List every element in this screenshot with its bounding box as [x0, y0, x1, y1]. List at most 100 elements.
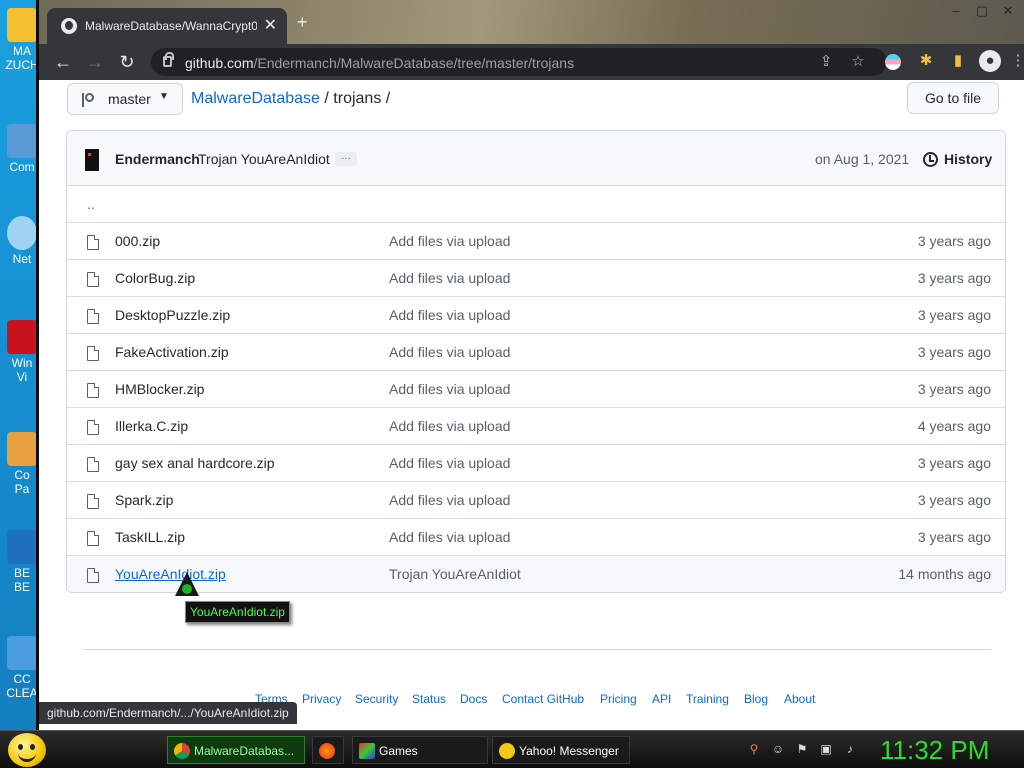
mouse-cursor-icon [175, 572, 199, 596]
desktop-icon-6[interactable]: BE BE [4, 530, 40, 594]
file-row[interactable]: YouAreAnIdiot.zip Trojan YouAreAnIdiot 14 … [67, 556, 1005, 592]
file-row[interactable]: 000.zip Add files via upload 3 years ago [67, 223, 1005, 260]
taskbar-item-firefox[interactable] [312, 736, 344, 764]
firefox-icon [319, 743, 335, 759]
new-tab-button[interactable]: + [297, 12, 308, 33]
network-tray-icon[interactable]: ▣ [818, 741, 834, 757]
file-row[interactable]: DesktopPuzzle.zip Add files via upload 3 y… [67, 297, 1005, 334]
parent-directory-row[interactable]: .. [67, 186, 1005, 223]
file-commit-message[interactable]: Add files via upload [389, 418, 510, 434]
menu-kebab-icon[interactable]: ⋮ [1007, 50, 1024, 72]
footer-link-privacy[interactable]: Privacy [302, 692, 341, 706]
desktop-icon-7[interactable]: CC CLEA [4, 636, 40, 700]
address-bar[interactable]: github.com/Endermanch/MalwareDatabase/tr… [151, 48, 887, 76]
file-name-link[interactable]: gay sex anal hardcore.zip [115, 455, 275, 471]
games-icon [359, 743, 375, 759]
file-row[interactable]: Spark.zip Add files via upload 3 years ago [67, 482, 1005, 519]
back-arrow-icon[interactable]: ← [51, 50, 75, 74]
desktop-icon-3[interactable]: Net [4, 216, 40, 266]
forward-arrow-icon[interactable]: → [83, 50, 107, 74]
action-center-flag-icon[interactable]: ⚑ [794, 741, 810, 757]
search-icon[interactable]: ⚲ [746, 741, 762, 757]
file-name-link[interactable]: DesktopPuzzle.zip [115, 307, 230, 323]
file-commit-message[interactable]: Trojan YouAreAnIdiot [389, 566, 521, 582]
footer-link-status[interactable]: Status [412, 692, 446, 706]
commit-expand-button[interactable]: … [335, 152, 357, 166]
latest-commit-bar: Endermanch Trojan YouAreAnIdiot … on Aug… [67, 131, 1005, 186]
file-commit-message[interactable]: Add files via upload [389, 455, 510, 471]
footer-link-blog[interactable]: Blog [744, 692, 768, 706]
reload-icon[interactable]: ↻ [115, 50, 139, 74]
file-icon [87, 457, 99, 472]
footer-link-about[interactable]: About [784, 692, 815, 706]
file-commit-message[interactable]: Add files via upload [389, 381, 510, 397]
tab-title: MalwareDatabase/WannaCrypt0r [85, 19, 257, 33]
file-name-link[interactable]: Spark.zip [115, 492, 173, 508]
footer-link-security[interactable]: Security [355, 692, 398, 706]
footer-link-contact-github[interactable]: Contact GitHub [502, 692, 584, 706]
share-icon[interactable]: ⇪ [815, 51, 837, 73]
commit-author[interactable]: Endermanch [115, 151, 200, 167]
close-window-button[interactable]: ✕ [995, 2, 1021, 22]
file-name-link[interactable]: TaskILL.zip [115, 529, 185, 545]
file-row[interactable]: ColorBug.zip Add files via upload 3 years … [67, 260, 1005, 297]
file-age: 3 years ago [917, 344, 991, 360]
breadcrumb-repo-link[interactable]: MalwareDatabase [191, 90, 320, 107]
taskbar-label: MalwareDatabas... [194, 744, 295, 758]
commit-message[interactable]: Trojan YouAreAnIdiot [198, 151, 330, 167]
taskbar-item-games[interactable]: Games [352, 736, 488, 764]
footer-link-api[interactable]: API [652, 692, 671, 706]
start-button[interactable] [8, 733, 46, 767]
extension-flag-icon[interactable] [885, 54, 901, 70]
file-name-link[interactable]: Illerka.C.zip [115, 418, 188, 434]
taskbar-item-yahoo-messenger[interactable]: Yahoo! Messenger [492, 736, 630, 764]
desktop-icon-label: BE BE [13, 566, 30, 594]
file-commit-message[interactable]: Add files via upload [389, 270, 510, 286]
taskbar-item-chrome[interactable]: MalwareDatabas... [167, 736, 305, 764]
footer-link-docs[interactable]: Docs [460, 692, 487, 706]
desktop-icon-4[interactable]: Win Vi [4, 320, 40, 384]
breadcrumb-tail: / [381, 90, 391, 107]
maximize-button[interactable]: ▢ [969, 2, 995, 22]
file-row[interactable]: FakeActivation.zip Add files via upload 3 … [67, 334, 1005, 371]
footer-link-training[interactable]: Training [686, 692, 729, 706]
file-commit-message[interactable]: Add files via upload [389, 492, 510, 508]
file-row[interactable]: HMBlocker.zip Add files via upload 3 years… [67, 371, 1005, 408]
go-to-file-button[interactable]: Go to file [907, 82, 999, 114]
messenger-tray-icon[interactable]: ☺ [770, 741, 786, 757]
close-tab-icon[interactable]: ✕ [264, 15, 277, 35]
taskbar-clock[interactable]: 11:32 PM [880, 733, 989, 767]
file-commit-message[interactable]: Add files via upload [389, 529, 510, 545]
history-link[interactable]: History [944, 151, 992, 167]
file-age: 3 years ago [917, 307, 991, 323]
author-avatar[interactable] [85, 149, 99, 171]
file-row[interactable]: gay sex anal hardcore.zip Add files via u… [67, 445, 1005, 482]
extensions-puzzle-icon[interactable]: ✱ [915, 50, 937, 72]
bookmark-star-icon[interactable]: ☆ [847, 51, 869, 73]
link-tooltip: YouAreAnIdiot.zip [185, 601, 290, 623]
profile-avatar-icon[interactable]: ● [979, 50, 1001, 72]
minimize-button[interactable]: – [943, 2, 969, 22]
desktop-icon-2[interactable]: Com [4, 124, 40, 174]
file-commit-message[interactable]: Add files via upload [389, 233, 510, 249]
side-panel-icon[interactable]: ▮ [947, 50, 969, 72]
file-name-link[interactable]: ColorBug.zip [115, 270, 195, 286]
parent-directory-link[interactable]: .. [87, 196, 95, 212]
file-name-link[interactable]: 000.zip [115, 233, 160, 249]
file-icon [87, 309, 99, 324]
file-row[interactable]: TaskILL.zip Add files via upload 3 years a… [67, 519, 1005, 556]
file-icon [87, 235, 99, 250]
file-commit-message[interactable]: Add files via upload [389, 307, 510, 323]
file-name-link[interactable]: YouAreAnIdiot.zip [115, 566, 226, 582]
file-name-link[interactable]: FakeActivation.zip [115, 344, 229, 360]
file-row[interactable]: Illerka.C.zip Add files via upload 4 years… [67, 408, 1005, 445]
desktop-icon-1[interactable]: MA ZUCH [4, 8, 40, 72]
footer-link-pricing[interactable]: Pricing [600, 692, 637, 706]
volume-icon[interactable]: ♪ [842, 741, 858, 757]
browser-tab[interactable]: MalwareDatabase/WannaCrypt0r ✕ [47, 8, 287, 44]
desktop-icon-5[interactable]: Co Pa [4, 432, 40, 496]
file-commit-message[interactable]: Add files via upload [389, 344, 510, 360]
network-icon [7, 216, 37, 250]
branch-selector[interactable]: master ▼ [67, 83, 183, 115]
file-name-link[interactable]: HMBlocker.zip [115, 381, 204, 397]
